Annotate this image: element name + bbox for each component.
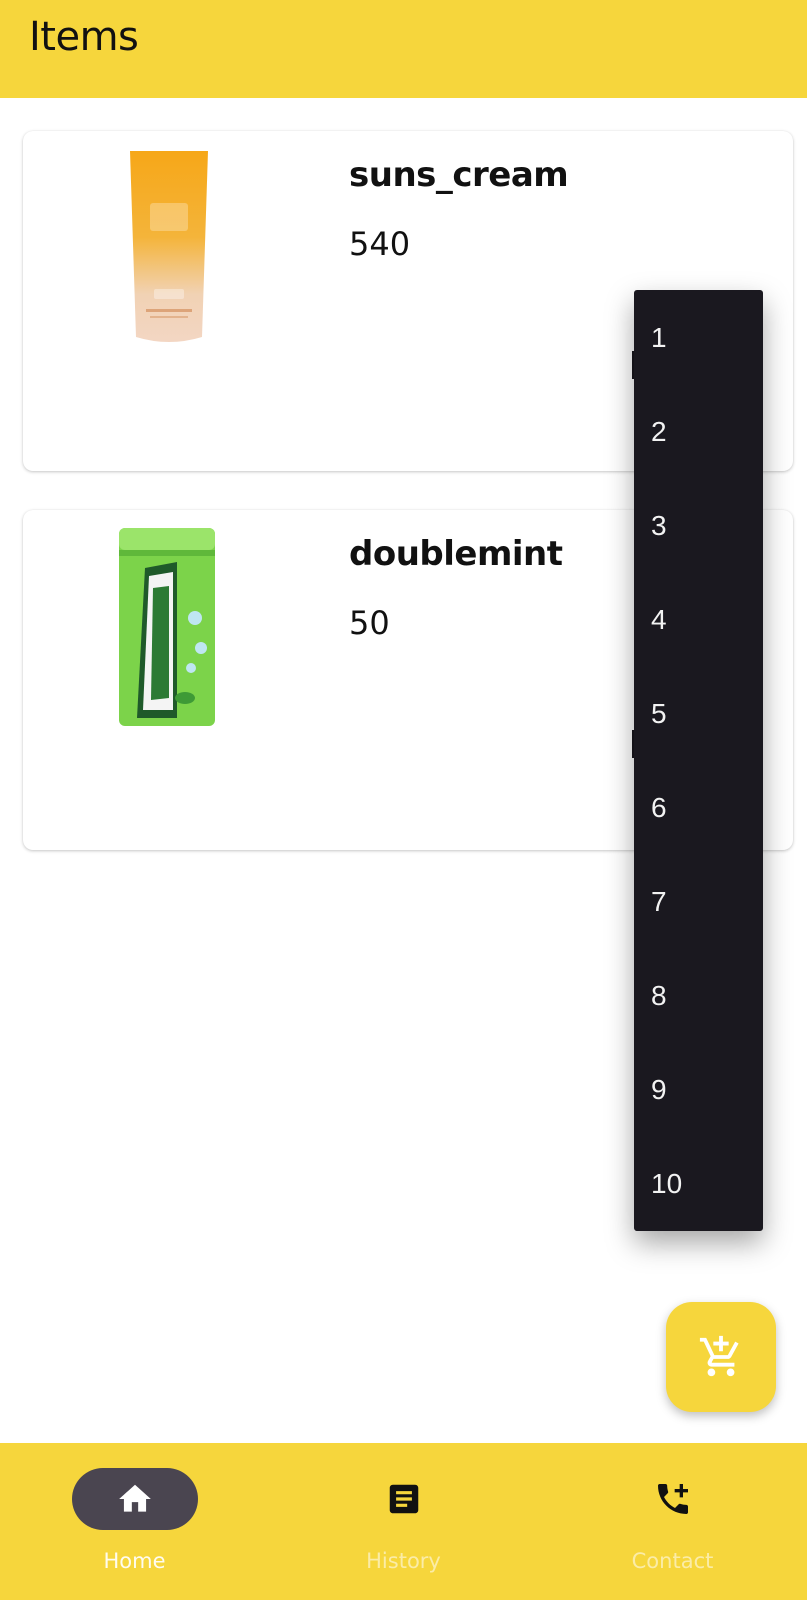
- bottom-navigation: Home History Contact: [0, 1443, 807, 1600]
- nav-item-contact[interactable]: Contact: [538, 1443, 807, 1600]
- dropdown-option[interactable]: 5: [651, 698, 667, 730]
- item-price: 540: [349, 225, 411, 263]
- dropdown-option[interactable]: 7: [651, 886, 667, 918]
- nav-active-indicator: [72, 1468, 198, 1530]
- nav-item-home[interactable]: Home: [0, 1443, 269, 1600]
- home-icon: [119, 1484, 151, 1512]
- item-name: doublemint: [349, 534, 563, 574]
- app-bar: Items: [0, 0, 807, 98]
- page-title: Items: [29, 14, 139, 60]
- mint-pack-image: [119, 528, 215, 726]
- dropdown-option[interactable]: 9: [651, 1074, 667, 1106]
- nav-label: History: [366, 1549, 441, 1573]
- nav-label: Home: [103, 1549, 166, 1573]
- item-name: suns_cream: [349, 155, 569, 195]
- dropdown-option[interactable]: 8: [651, 980, 667, 1012]
- sunscreen-tube-image: [130, 151, 208, 342]
- nav-label: Contact: [631, 1549, 714, 1573]
- dropdown-option[interactable]: 6: [651, 792, 667, 824]
- dropdown-option[interactable]: 2: [651, 416, 667, 448]
- quantity-dropdown-menu: 1 2 3 4 5 6 7 8 9 10: [634, 290, 763, 1231]
- nav-item-history[interactable]: History: [269, 1443, 538, 1600]
- add-to-cart-button[interactable]: [666, 1302, 776, 1412]
- add-call-icon: [657, 1484, 688, 1514]
- dropdown-option[interactable]: 3: [651, 510, 667, 542]
- dropdown-option[interactable]: 1: [651, 322, 667, 354]
- item-price: 50: [349, 604, 390, 642]
- dropdown-option[interactable]: 4: [651, 604, 667, 636]
- document-icon: [389, 1484, 418, 1514]
- add-to-cart-icon: [699, 1335, 739, 1377]
- dropdown-option[interactable]: 10: [651, 1168, 682, 1200]
